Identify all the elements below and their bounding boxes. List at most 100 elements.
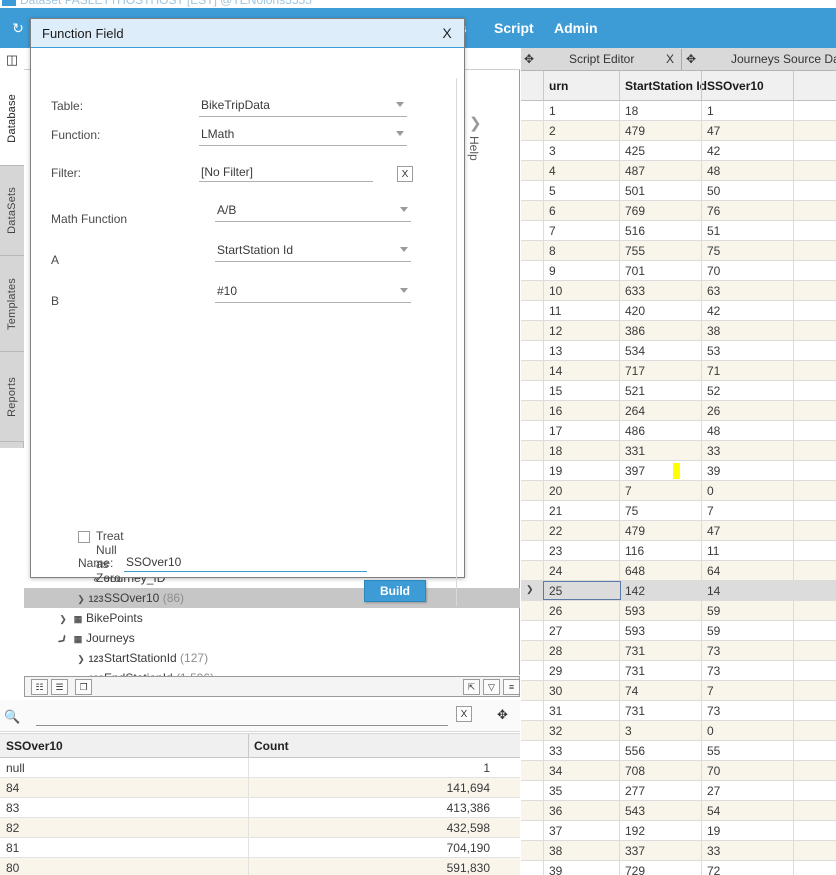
value-grid-row[interactable]: 84 141,694 [0, 778, 520, 798]
journeys-source-move-icon[interactable]: ✥ [683, 48, 699, 71]
table-row[interactable]: 26 593 59 [521, 601, 836, 621]
filter-clear-button[interactable]: X [397, 166, 413, 182]
table-row[interactable]: 14 717 71 [521, 361, 836, 381]
table-row[interactable]: 18 331 33 [521, 441, 836, 461]
menu-item-script[interactable]: Script [494, 20, 534, 36]
table-row[interactable]: 22 479 47 [521, 521, 836, 541]
script-editor-move-icon[interactable]: ✥ [521, 48, 537, 71]
table-row[interactable]: 12 386 38 [521, 321, 836, 341]
table-row[interactable]: 36 543 54 [521, 801, 836, 821]
data-grid-col-ssover10[interactable]: SSOver10 [707, 79, 764, 93]
help-link[interactable]: Help [467, 136, 481, 161]
rail-tab-reports[interactable]: Reports [0, 352, 24, 442]
table-row[interactable]: 32 3 0 [521, 721, 836, 741]
table-row[interactable]: 5 501 50 [521, 181, 836, 201]
table-row[interactable]: 13 534 53 [521, 341, 836, 361]
refresh-icon[interactable]: ↻ [10, 20, 26, 36]
table-row[interactable]: 11 420 42 [521, 301, 836, 321]
search-clear-button[interactable]: X [456, 706, 472, 722]
cell-divider [543, 661, 544, 681]
cell-divider [701, 121, 702, 141]
cell-divider [619, 781, 620, 801]
table-row[interactable]: 20 7 0 [521, 481, 836, 501]
tree-item[interactable]: ❯ 123StartStationId (127) [24, 648, 520, 668]
table-row[interactable]: 28 731 73 [521, 641, 836, 661]
operand-b-select[interactable]: #10 [215, 281, 411, 303]
table-row[interactable]: 23 116 11 [521, 541, 836, 561]
sort-icon[interactable]: ≡ [503, 679, 520, 695]
cell-divider [793, 621, 794, 641]
tree-item[interactable]: ❯ 123SSOver10 (86) [24, 588, 520, 608]
data-grid-col-startstationid[interactable]: StartStation Id [625, 79, 707, 93]
value-grid-col-count[interactable]: Count [254, 739, 289, 753]
table-select[interactable]: BikeTripData [199, 95, 407, 117]
copy-icon[interactable]: ❐ [75, 679, 92, 695]
name-input[interactable] [124, 552, 367, 572]
rail-tab-database[interactable]: Database [0, 72, 24, 166]
value-grid-row[interactable]: 80 591,830 [0, 858, 520, 875]
table-row[interactable]: 39 729 72 [521, 861, 836, 875]
filter-input[interactable] [199, 162, 373, 182]
table-row[interactable]: 30 74 7 [521, 681, 836, 701]
table-row[interactable]: 7 516 51 [521, 221, 836, 241]
move-icon[interactable]: ✥ [497, 707, 511, 722]
list-view-icon[interactable]: ☰ [51, 679, 68, 695]
table-row[interactable]: 15 521 52 [521, 381, 836, 401]
menu-item-admin[interactable]: Admin [554, 20, 598, 36]
tree-expand-icon[interactable]: ❯ [74, 649, 88, 669]
value-grid-cell-divider [248, 758, 249, 778]
function-select[interactable]: LMath [199, 124, 407, 146]
rail-tab-templates[interactable]: Templates [0, 256, 24, 352]
table-row[interactable]: 27 593 59 [521, 621, 836, 641]
table-row[interactable]: 3 425 42 [521, 141, 836, 161]
data-grid-col-urn[interactable]: urn [549, 79, 568, 93]
export-icon[interactable]: ⇱ [463, 679, 480, 695]
tab-script-editor[interactable]: ✥ Script Editor X [521, 48, 687, 71]
table-row[interactable]: 24 648 64 [521, 561, 836, 581]
tab-script-editor-close[interactable]: X [663, 48, 677, 71]
search-input[interactable] [36, 708, 448, 726]
treat-null-as-zero-checkbox[interactable] [78, 531, 90, 543]
rail-tab-datasets[interactable]: DataSets [0, 166, 24, 256]
table-row[interactable]: 35 277 27 [521, 781, 836, 801]
tree-view-icon[interactable]: ☷ [31, 679, 48, 695]
value-grid-row[interactable]: null 1 [0, 758, 520, 778]
table-row[interactable]: 31 731 73 [521, 701, 836, 721]
value-grid-row[interactable]: 82 432,598 [0, 818, 520, 838]
tree-item[interactable]: ❯ ▦ BikePoints [24, 608, 520, 628]
table-row[interactable]: 21 75 7 [521, 501, 836, 521]
close-icon[interactable]: X [438, 24, 456, 42]
table-row[interactable]: 19 397 39 [521, 461, 836, 481]
cell-divider [543, 281, 544, 301]
table-row[interactable]: 34 708 70 [521, 761, 836, 781]
cell-ssover10: 55 [707, 744, 721, 758]
table-row[interactable]: 8 755 75 [521, 241, 836, 261]
tree-expand-icon[interactable]: ❯ [74, 589, 88, 609]
table-row[interactable]: 1 18 1 [521, 101, 836, 121]
value-grid-col-ssover10[interactable]: SSOver10 [6, 739, 63, 753]
cell-divider [701, 701, 702, 721]
filter-icon[interactable]: ▽ [483, 679, 500, 695]
math-function-select[interactable]: A/B [215, 200, 411, 222]
table-row[interactable]: 2 479 47 [521, 121, 836, 141]
value-grid-row[interactable]: 81 704,190 [0, 838, 520, 858]
tab-journeys-source-data[interactable]: ✥ Journeys Source Data [683, 48, 836, 71]
table-row[interactable]: 10 633 63 [521, 281, 836, 301]
build-button[interactable]: Build [364, 580, 426, 602]
table-row[interactable]: 17 486 48 [521, 421, 836, 441]
table-row[interactable]: ❯ 25 142 14 [521, 581, 836, 601]
table-row[interactable]: 16 264 26 [521, 401, 836, 421]
table-row[interactable]: 9 701 70 [521, 261, 836, 281]
table-row[interactable]: 37 192 19 [521, 821, 836, 841]
tree-item[interactable]: ❯ ▦ Journeys [24, 628, 520, 648]
value-grid-row[interactable]: 83 413,386 [0, 798, 520, 818]
table-row[interactable]: 29 731 73 [521, 661, 836, 681]
tree-expand-icon[interactable]: ❯ [56, 609, 70, 629]
table-row[interactable]: 6 769 76 [521, 201, 836, 221]
cell-divider [793, 841, 794, 861]
table-row[interactable]: 38 337 33 [521, 841, 836, 861]
table-row[interactable]: 4 487 48 [521, 161, 836, 181]
chevron-right-icon[interactable]: ❯ [469, 114, 482, 132]
table-row[interactable]: 33 556 55 [521, 741, 836, 761]
operand-a-select[interactable]: StartStation Id [215, 240, 411, 262]
